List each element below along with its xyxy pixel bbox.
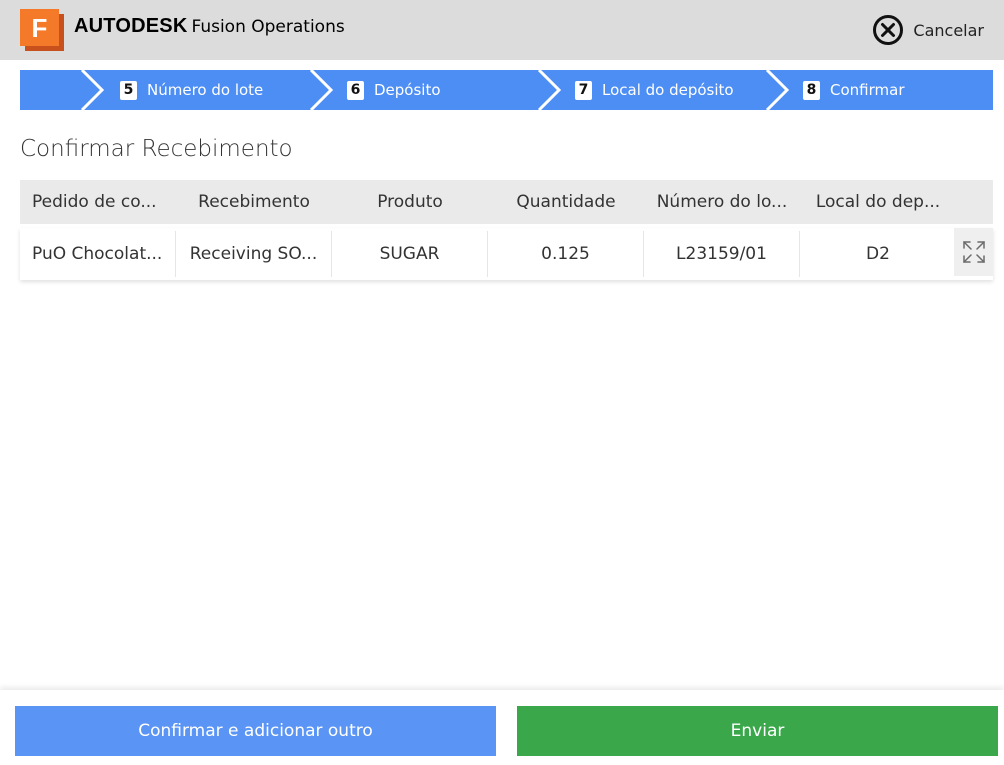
cancel-label: Cancelar — [913, 20, 984, 40]
expand-row-button[interactable] — [954, 228, 993, 276]
step-label: Local do depósito — [602, 81, 734, 99]
top-bar: F AUTODESK Fusion Operations Cancelar — [0, 0, 1004, 60]
step-label: Confirmar — [830, 81, 905, 99]
cell-quantity: 0.125 — [488, 231, 644, 277]
cell-product: SUGAR — [332, 231, 488, 277]
step-number: 7 — [575, 80, 592, 100]
step-batch-number[interactable]: 5 Número do lote — [120, 70, 263, 110]
cell-location: D2 — [866, 244, 890, 264]
brand-bold: AUTODESK — [74, 15, 188, 37]
svg-text:F: F — [32, 13, 48, 43]
step-number: 8 — [803, 80, 820, 100]
submit-button[interactable]: Enviar — [517, 706, 998, 756]
column-header-batch-number[interactable]: Número do lo... — [644, 192, 800, 212]
step-label: Depósito — [374, 81, 441, 99]
cell-order: PuO Chocolat... — [20, 231, 176, 277]
wizard-steps: 5 Número do lote 6 Depósito 7 Local do d… — [20, 70, 993, 110]
column-header-location[interactable]: Local do dep... — [800, 192, 956, 212]
app-title: AUTODESK Fusion Operations — [74, 15, 345, 38]
close-circle-icon — [873, 15, 904, 45]
column-header-quantity[interactable]: Quantidade — [488, 192, 644, 212]
cell-batch-number: L23159/01 — [644, 231, 800, 277]
brand-name: Fusion Operations — [191, 17, 345, 37]
step-confirm[interactable]: 8 Confirmar — [803, 70, 904, 110]
cell-receiving: Receiving SO... — [176, 231, 332, 277]
step-number: 5 — [120, 80, 137, 100]
step-label: Número do lote — [147, 81, 264, 99]
table-header: Pedido de co... Recebimento Produto Quan… — [20, 180, 993, 224]
table-row[interactable]: PuO Chocolat... Receiving SO... SUGAR 0.… — [20, 228, 993, 280]
step-warehouse-location[interactable]: 7 Local do depósito — [575, 70, 734, 110]
expand-icon — [962, 241, 985, 263]
column-header-product[interactable]: Produto — [332, 192, 488, 212]
column-header-receiving[interactable]: Recebimento — [176, 192, 332, 212]
step-warehouse[interactable]: 6 Depósito — [347, 70, 441, 110]
confirm-and-add-button[interactable]: Confirmar e adicionar outro — [15, 706, 496, 756]
cancel-button[interactable]: Cancelar — [872, 13, 984, 47]
column-header-order[interactable]: Pedido de co... — [20, 192, 176, 212]
footer-bar: Confirmar e adicionar outro Enviar — [0, 690, 1004, 765]
fusion-logo-icon: F — [20, 9, 64, 51]
receipt-table: Pedido de co... Recebimento Produto Quan… — [20, 180, 993, 280]
step-number: 6 — [347, 80, 364, 100]
page-title: Confirmar Recebimento — [20, 136, 293, 162]
